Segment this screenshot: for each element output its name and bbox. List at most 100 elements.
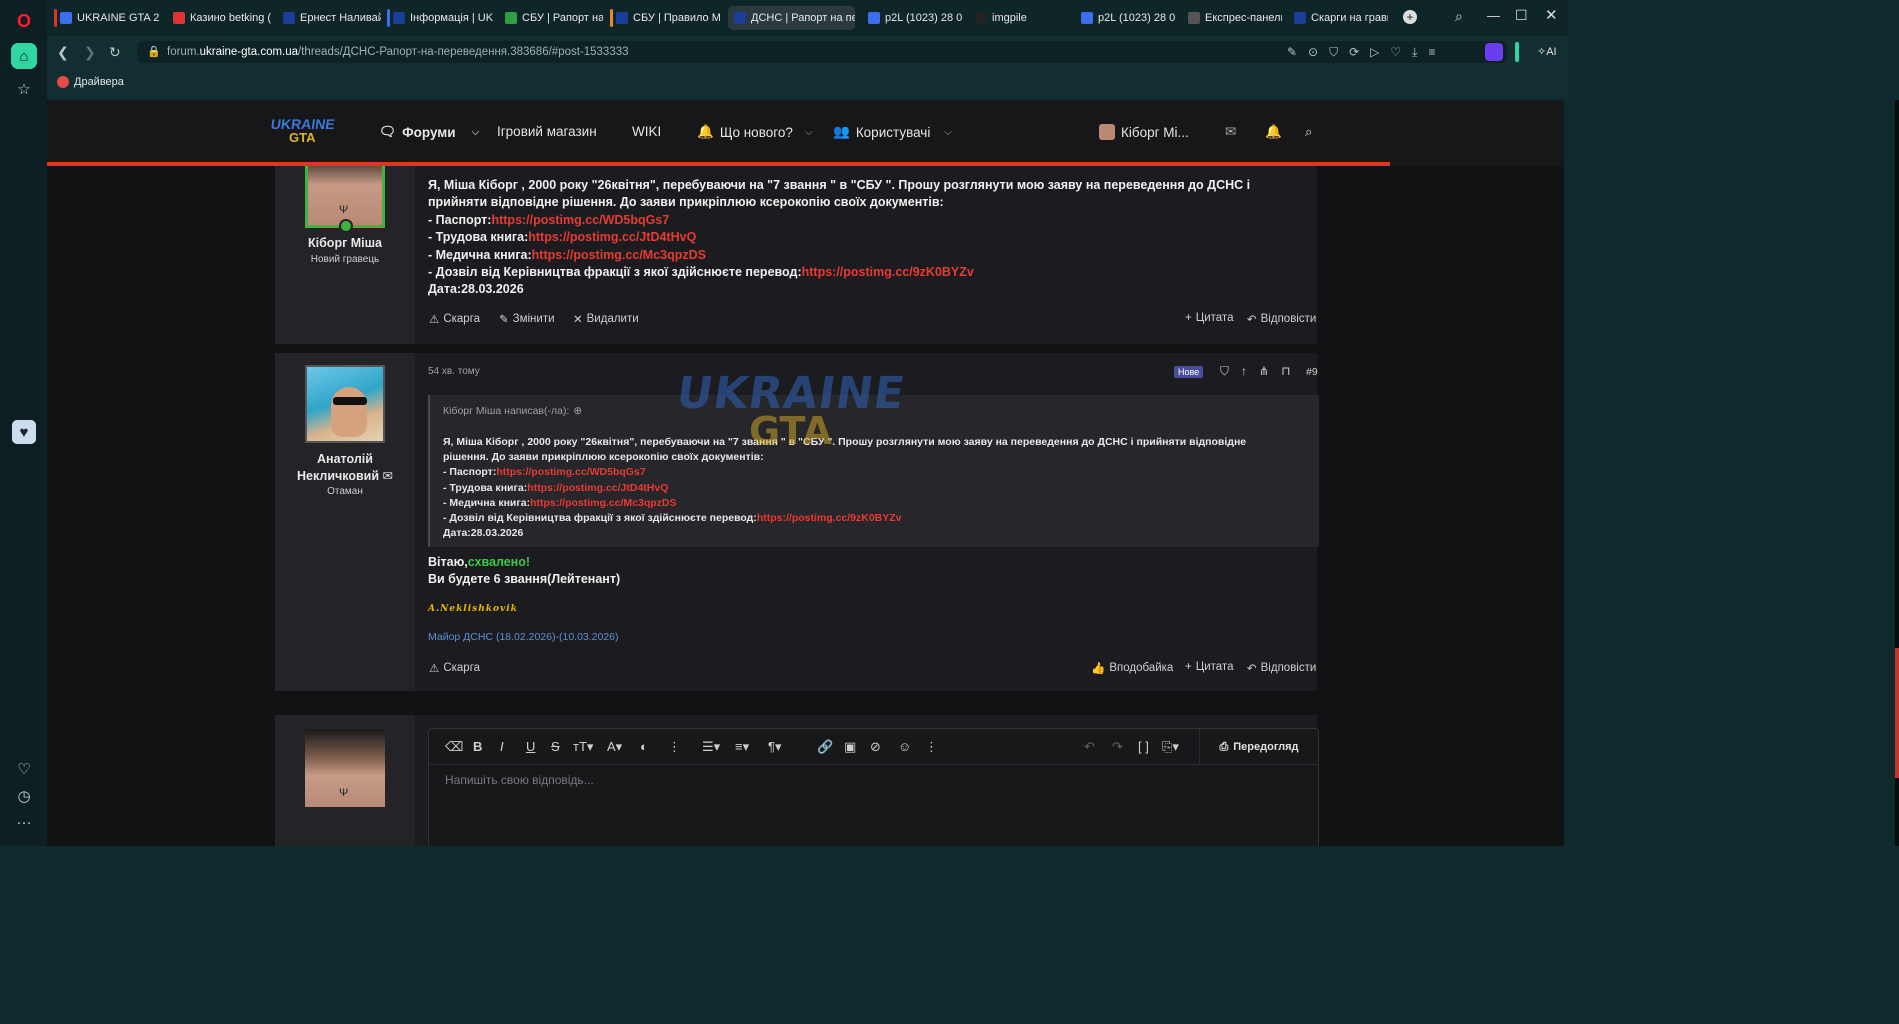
permit-link[interactable]: https://postimg.cc/9zK0BYZv (802, 265, 974, 279)
browser-tab[interactable]: Інформація | UKR (387, 6, 493, 30)
quote-header[interactable]: Кіборг Міша написав(-ла): ⊕ (443, 405, 582, 417)
more-icon[interactable]: ⋮ (668, 739, 681, 755)
share-icon[interactable]: ⋔ (1259, 364, 1281, 378)
preview-button[interactable]: ⎙ Передогляд (1199, 729, 1318, 765)
avatar[interactable]: Ψ (305, 729, 385, 807)
drafts-icon[interactable]: ⎘▾ (1162, 739, 1179, 755)
star-icon[interactable]: ☆ (11, 76, 37, 102)
site-logo[interactable]: UKRAINE GTA (270, 116, 341, 154)
paragraph-icon[interactable]: ¶▾ (768, 739, 782, 755)
nav-shop[interactable]: Ігровий магазин (497, 124, 597, 139)
browser-tab[interactable]: imgpile (969, 6, 1069, 30)
account-menu[interactable]: Кіборг Мі... (1099, 124, 1189, 140)
browser-tab[interactable]: p2L (1023) 28 03 2 (862, 6, 962, 30)
nav-forums[interactable]: 🗨 Форуми ⌵ (379, 124, 479, 140)
redo-icon[interactable]: ↷ (1112, 739, 1123, 755)
close-window-button[interactable]: ✕ (1545, 6, 1558, 24)
medical-book-link[interactable]: https://postimg.cc/Mc3qpzDS (530, 497, 676, 509)
username[interactable]: Анатолій Некличковий ✉ (275, 451, 415, 485)
browser-tab[interactable]: Скарги на гравці (1288, 6, 1388, 30)
emoji-icon[interactable]: ☺ (898, 739, 911, 754)
ai-button[interactable]: ✧AI (1537, 45, 1557, 58)
browser-tab[interactable]: p2L (1023) 28 03 2 (1075, 6, 1175, 30)
passport-link[interactable]: https://postimg.cc/WD5bqGs7 (491, 213, 669, 227)
new-tab-button[interactable]: + (1403, 10, 1417, 24)
underline-icon[interactable]: U (526, 739, 535, 754)
browser-tab[interactable]: СБУ | Рапорт на п (499, 6, 603, 30)
bookmark-drivers[interactable]: Драйвера (57, 76, 124, 88)
search-tabs-icon[interactable]: ⌕ (1455, 8, 1463, 25)
report-button[interactable]: ⚠ Скарга (429, 312, 480, 326)
avatar[interactable] (305, 365, 385, 443)
opera-logo-icon[interactable]: O (11, 8, 37, 34)
post-tools[interactable]: ⛉↑⋔⊓ (1220, 364, 1302, 379)
like-button[interactable]: 👍 Вподобайка (1091, 661, 1173, 675)
history-icon[interactable]: ◷ (11, 783, 37, 809)
browser-tab[interactable]: ДСНС | Рапорт на переве (728, 6, 855, 30)
reply-button[interactable]: ↶ Відповісти (1247, 312, 1316, 326)
scrollbar-thumb[interactable] (1895, 648, 1899, 778)
inbox-icon[interactable]: ✉ (1225, 124, 1236, 140)
delete-button[interactable]: ✕ Видалити (573, 312, 639, 326)
nav-users[interactable]: 👥 Користувачі ⌵ (833, 124, 952, 140)
undo-icon[interactable]: ↶ (1084, 739, 1095, 755)
chevron-down-icon[interactable]: ⌵ (805, 127, 813, 138)
reply-input[interactable]: Напишіть свою відповідь... (445, 773, 594, 787)
home-icon[interactable]: ⌂ (11, 43, 37, 69)
strike-icon[interactable]: S (551, 739, 560, 754)
font-color-icon[interactable]: A▾ (607, 739, 622, 755)
reaction-icon[interactable]: ⛉ (1220, 364, 1241, 378)
list-icon[interactable]: ☰▾ (702, 739, 720, 755)
browser-tab[interactable]: Ернест Наливайк (277, 6, 381, 30)
text-size-icon[interactable]: тT▾ (573, 739, 593, 755)
search-icon[interactable]: ⌕ (1305, 124, 1313, 140)
edit-button[interactable]: ✎ Змінити (499, 312, 555, 326)
alerts-icon[interactable]: 🔔 (1265, 124, 1282, 140)
upvote-icon[interactable]: ↑ (1241, 364, 1259, 378)
work-book-link[interactable]: https://postimg.cc/JtD4tHvQ (528, 230, 696, 244)
post-time[interactable]: 54 хв. тому (428, 366, 480, 377)
hide-icon[interactable]: ⊘ (870, 739, 881, 755)
toolbar-icons[interactable]: ✎⊙⛉⟳▷♡⤓≡ (1287, 45, 1446, 60)
bbcode-icon[interactable]: [ ] (1138, 739, 1149, 754)
align-icon[interactable]: ≡▾ (735, 739, 749, 755)
signature-line[interactable]: Майор ДСНС (18.02.2026)-(10.03.2026) (428, 631, 619, 643)
nav-whats-new[interactable]: 🔔 Що нового? ⌵ (697, 124, 812, 140)
image-icon[interactable]: ▣ (844, 739, 856, 755)
profile-icon[interactable] (1485, 43, 1503, 61)
more-icon[interactable]: ⋮ (925, 739, 938, 755)
back-button[interactable]: ❮ (57, 44, 69, 61)
forward-button[interactable]: ❯ (84, 44, 96, 61)
passport-link[interactable]: https://postimg.cc/WD5bqGs7 (496, 466, 645, 478)
browser-tab[interactable]: Експрес-панель (1182, 6, 1282, 30)
tab-label: Казино betking (s (190, 12, 271, 24)
chevron-down-icon[interactable]: ⌵ (472, 127, 480, 138)
reload-button[interactable]: ↻ (109, 44, 121, 61)
bookmark-icon[interactable]: ⊓ (1281, 364, 1302, 378)
italic-icon[interactable]: I (500, 739, 504, 754)
post-number[interactable]: #9 (1306, 366, 1318, 378)
reply-button[interactable]: ↶ Відповісти (1247, 661, 1316, 675)
maximize-button[interactable]: ☐ (1515, 7, 1528, 24)
more-icon[interactable]: ··· (11, 809, 37, 835)
quote-button[interactable]: + Цитата (1185, 661, 1233, 673)
browser-tab[interactable]: СБУ | Правило М (610, 6, 722, 30)
minimize-button[interactable]: — (1487, 8, 1500, 23)
browser-tab[interactable]: Казино betking (s (167, 6, 271, 30)
username[interactable]: Кіборг Міша (275, 236, 415, 250)
chevron-down-icon[interactable]: ⌵ (944, 127, 952, 138)
quote-button[interactable]: + Цитата (1185, 312, 1233, 324)
browser-tab[interactable]: UKRAINE GTA 28 ( (54, 6, 159, 30)
eraser-icon[interactable]: ⌫ (445, 739, 463, 755)
extension-icon[interactable]: ♥ (12, 420, 36, 444)
nav-wiki[interactable]: WIKI (632, 124, 661, 139)
permit-link[interactable]: https://postimg.cc/9zK0BYZv (757, 512, 902, 524)
palette-icon[interactable]: ◐ (640, 739, 648, 754)
medical-book-link[interactable]: https://postimg.cc/Mc3qpzDS (532, 248, 706, 262)
heart-icon[interactable]: ♡ (11, 756, 37, 782)
bold-icon[interactable]: B (473, 739, 482, 754)
report-button[interactable]: ⚠ Скарга (429, 661, 480, 675)
link-icon[interactable]: 🔗 (817, 739, 833, 755)
work-book-link[interactable]: https://postimg.cc/JtD4tHvQ (527, 482, 668, 494)
avatar[interactable]: Ψ (305, 158, 385, 228)
